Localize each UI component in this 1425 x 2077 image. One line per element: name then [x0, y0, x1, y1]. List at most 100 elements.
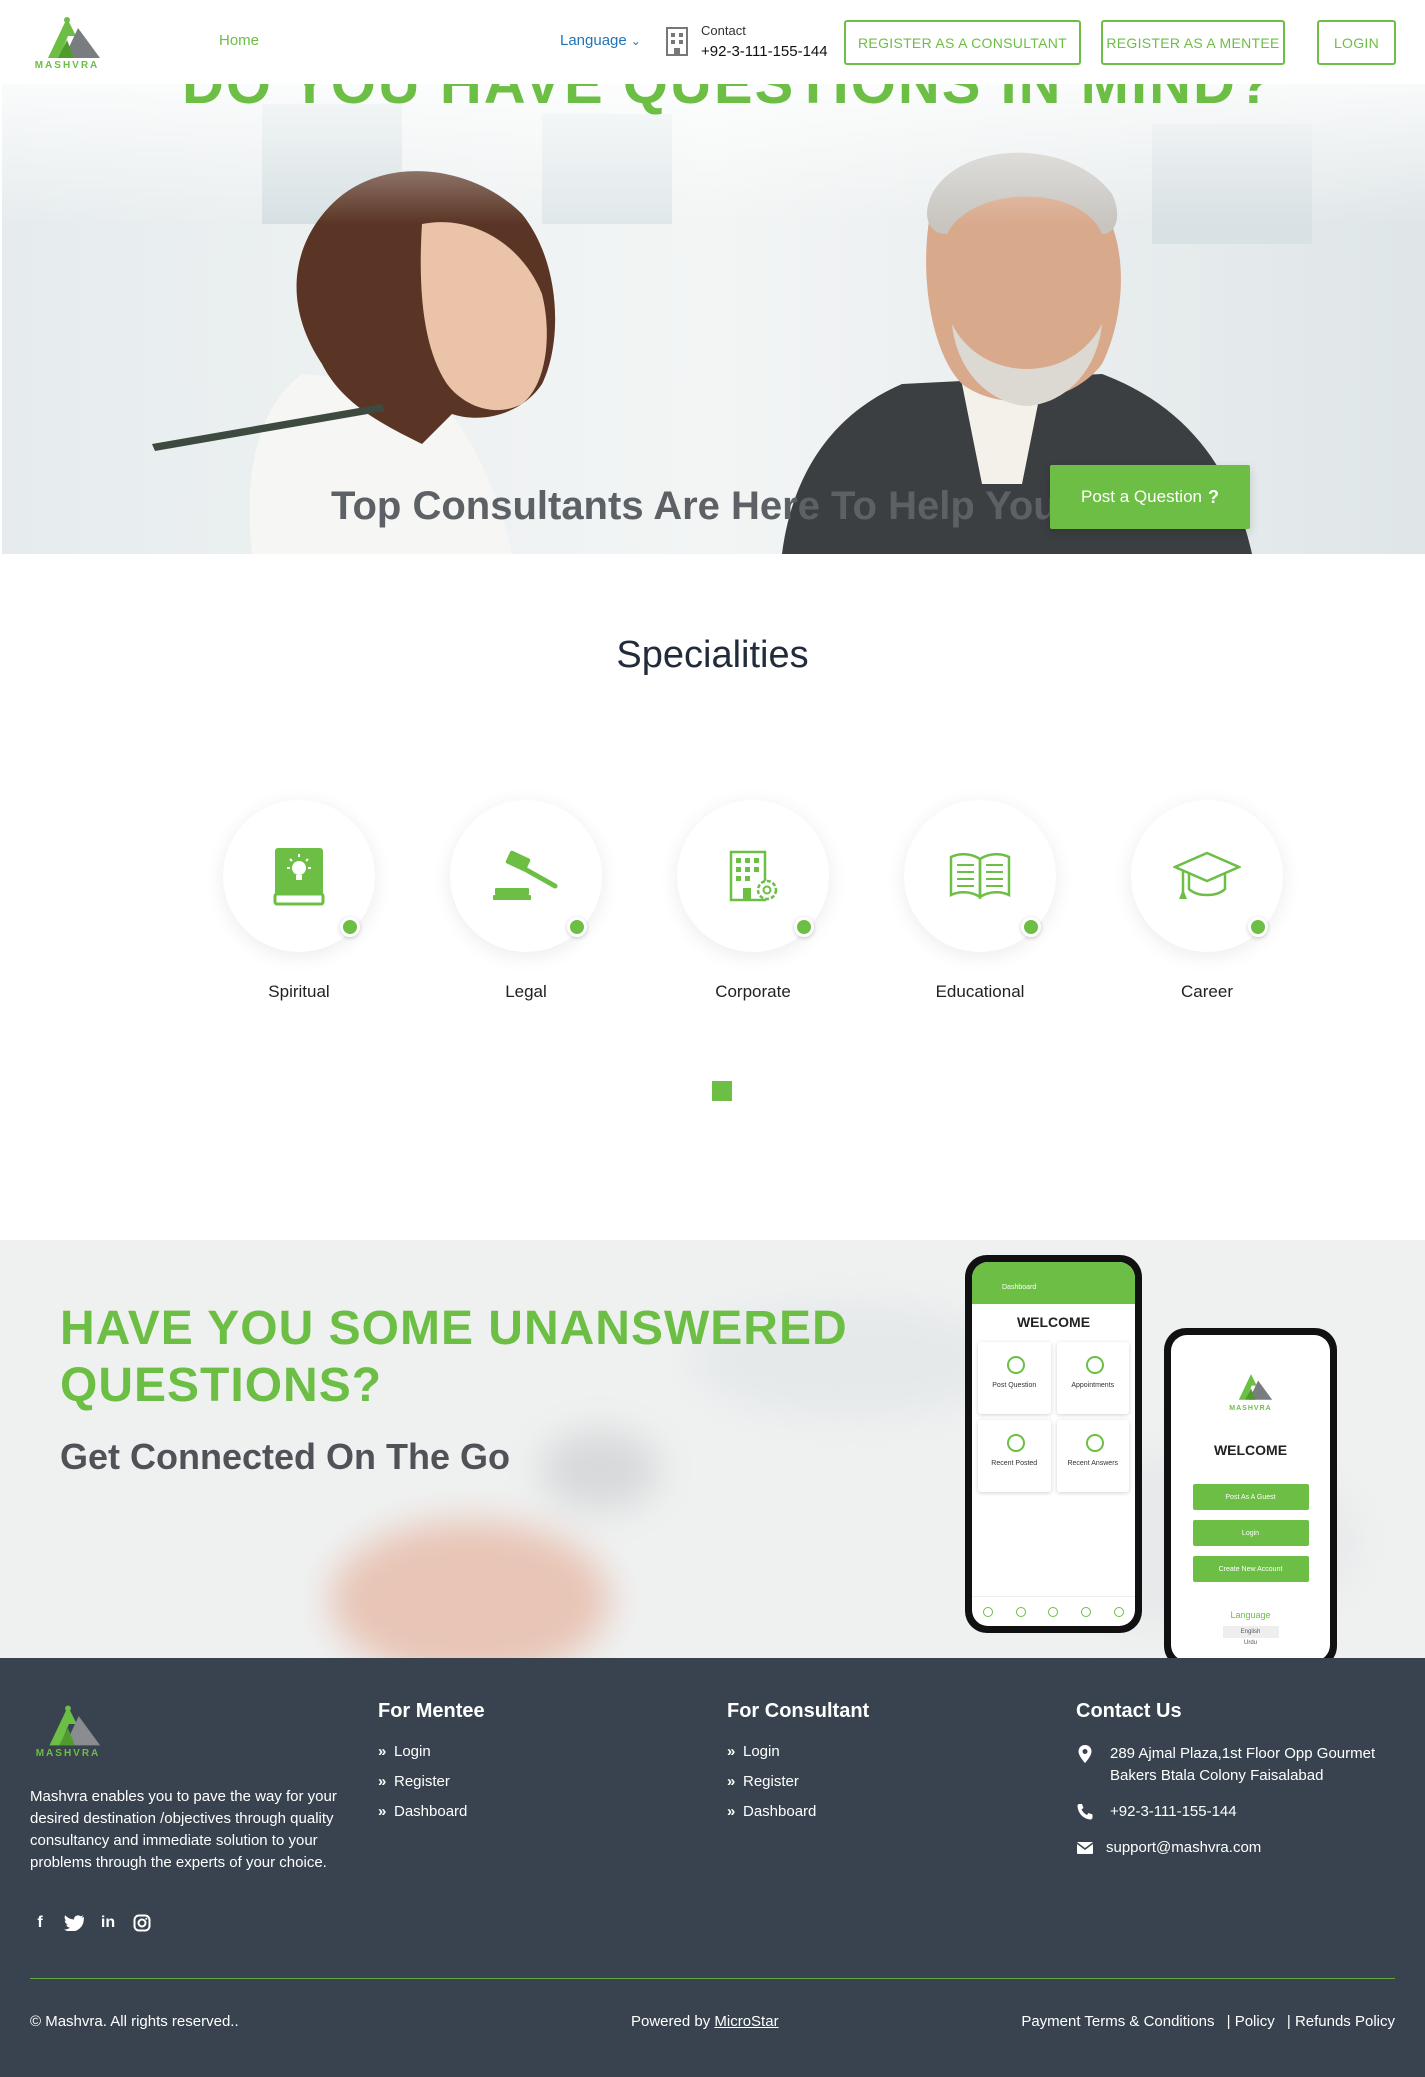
phone-card-grid: Post Question Appointments Recent Posted…	[972, 1330, 1135, 1504]
footer-contact-column: Contact Us 289 Ajmal Plaza,1st Floor Opp…	[1076, 1700, 1376, 1873]
language-label: Language	[560, 32, 627, 49]
footer-contact-title: Contact Us	[1076, 1700, 1182, 1722]
speciality-label: Legal	[505, 982, 547, 1001]
contact-phone[interactable]: +92-3-111-155-144	[701, 43, 828, 60]
phone-icon	[1077, 1804, 1093, 1820]
specialities-title: Specialities	[616, 634, 809, 676]
speciality-indicator-dot	[340, 917, 360, 937]
site-footer: MASHVRA Mashvra enables you to pave the …	[0, 1658, 1425, 2077]
facebook-icon[interactable]: f	[30, 1913, 50, 1933]
answers-icon	[1081, 1606, 1092, 1617]
double-chevron-icon: »	[727, 1803, 736, 1820]
payment-terms-link[interactable]: Payment Terms & Conditions	[1021, 2013, 1214, 2030]
post-question-label: Post a Question	[1081, 487, 1202, 506]
double-chevron-icon: »	[378, 1803, 387, 1820]
twitter-icon[interactable]	[64, 1913, 84, 1933]
double-chevron-icon: »	[727, 1743, 736, 1760]
phone-welcome-text: WELCOME	[1016, 1314, 1091, 1330]
speciality-indicator-dot	[794, 917, 814, 937]
footer-consultant-register-link[interactable]: » Register	[727, 1773, 869, 1790]
post-icon	[1015, 1606, 1026, 1617]
policy-link[interactable]: | Policy	[1227, 2013, 1275, 2030]
footer-logo-text: MASHVRA	[35, 1748, 101, 1759]
hero-headline: DO YOU HAVE QUESTIONS IN MIND?	[182, 84, 1274, 117]
footer-phone[interactable]: +92-3-111-155-144	[1076, 1801, 1376, 1823]
home-icon	[983, 1606, 994, 1617]
footer-consultant-column: For Consultant » Login » Register » Dashboa…	[727, 1700, 869, 1833]
phone-bottom-nav	[972, 1596, 1135, 1626]
footer-copyright: © Mashvra. All rights reserved..	[30, 2013, 239, 2030]
register-mentee-button[interactable]: REGISTER AS A MENTEE	[1101, 20, 1285, 65]
double-chevron-icon: »	[727, 1773, 736, 1790]
phone-mockup-dashboard: Dashboard WELCOME Post Question Appointm…	[965, 1255, 1142, 1633]
footer-consultant-login-link[interactable]: » Login	[727, 1743, 869, 1760]
app-banner-title-line1: HAVE YOU SOME UNANSWERED	[60, 1302, 848, 1355]
social-links: f in	[30, 1913, 152, 1933]
phone-guest-button: Post As A Guest	[1192, 1484, 1309, 1510]
carousel-pagination-dot[interactable]	[712, 1081, 732, 1101]
phone-dashboard-header: Dashboard	[972, 1262, 1135, 1304]
footer-address: 289 Ajmal Plaza,1st Floor Opp Gourmet Ba…	[1076, 1743, 1376, 1787]
phone-mockup-welcome: MASHVRA WELCOME Post As A Guest Login Cr…	[1164, 1328, 1337, 1658]
footer-consultant-dashboard-link[interactable]: » Dashboard	[727, 1803, 869, 1820]
language-dropdown[interactable]: Language ⌄	[560, 32, 641, 49]
powered-by-label: Powered by	[631, 2013, 711, 2030]
footer-consultant-title: For Consultant	[727, 1700, 870, 1722]
footer-mentee-title: For Mentee	[378, 1700, 485, 1722]
logo-mark-icon	[48, 17, 100, 58]
login-button[interactable]: LOGIN	[1317, 20, 1396, 65]
envelope-icon	[1076, 1842, 1094, 1854]
nav-home-link[interactable]: Home	[219, 32, 259, 49]
phone-welcome-text: WELCOME	[1213, 1442, 1288, 1458]
app-banner-subtitle: Get Connected On The Go	[60, 1436, 511, 1477]
phone-card: Recent Posted	[978, 1420, 1051, 1492]
logo-text: MASHVRA	[34, 60, 100, 71]
phone-language-label: Language	[1230, 1610, 1271, 1620]
footer-email[interactable]: support@mashvra.com	[1076, 1837, 1376, 1859]
hero-subheadline: Top Consultants Are Here To Help You	[331, 484, 1051, 528]
footer-mentee-dashboard-link[interactable]: » Dashboard	[378, 1803, 485, 1820]
refunds-policy-link[interactable]: | Refunds Policy	[1287, 2013, 1395, 2030]
instagram-icon[interactable]	[132, 1913, 152, 1933]
footer-mentee-register-link[interactable]: » Register	[378, 1773, 485, 1790]
footer-about-text: Mashvra enables you to pave the way for …	[30, 1788, 337, 1871]
app-banner-title: HAVE YOU SOME UNANSWERED QUESTIONS?	[60, 1300, 848, 1414]
speciality-indicator-dot	[1021, 917, 1041, 937]
double-chevron-icon: »	[378, 1773, 387, 1790]
phone-card: Recent Answers	[1057, 1420, 1130, 1492]
logo[interactable]: MASHVRA	[28, 10, 106, 76]
recent-icon	[1048, 1606, 1059, 1617]
footer-logo[interactable]: MASHVRA	[30, 1698, 106, 1762]
appointments-icon	[1113, 1606, 1124, 1617]
footer-policy-links: Payment Terms & Conditions | Policy | Re…	[1013, 2013, 1395, 2030]
footer-powered-by: Powered by MicroStar	[631, 2013, 779, 2030]
book-lightbulb-icon	[273, 848, 325, 906]
logo-mark-icon	[1238, 1374, 1272, 1400]
chevron-down-icon: ⌄	[630, 34, 641, 48]
map-pin-icon	[1078, 1745, 1092, 1763]
site-header: MASHVRA Home Language ⌄ Contact +92-3-111…	[0, 0, 1425, 84]
contact-label: Contact	[701, 23, 746, 38]
building-gear-icon	[729, 850, 778, 902]
footer-mentee-login-link[interactable]: » Login	[378, 1743, 485, 1760]
phone-login-button: Login	[1192, 1520, 1309, 1546]
register-consultant-button[interactable]: REGISTER AS A CONSULTANT	[844, 20, 1081, 65]
gavel-icon	[493, 850, 558, 900]
linkedin-icon[interactable]: in	[98, 1913, 118, 1933]
microstar-link[interactable]: MicroStar	[714, 2013, 778, 2030]
phone-create-account-button: Create New Account	[1192, 1556, 1309, 1582]
logo-mark-icon	[49, 1705, 101, 1746]
phone-screen: MASHVRA WELCOME Post As A Guest Login Cr…	[1171, 1335, 1330, 1658]
speciality-indicator-dot	[567, 917, 587, 937]
speciality-indicator-dot	[1248, 917, 1268, 937]
question-mark-icon: ?	[1207, 486, 1219, 507]
open-book-icon	[949, 853, 1011, 900]
app-promo-banner: HAVE YOU SOME UNANSWERED QUESTIONS? Get …	[0, 1240, 1425, 1658]
speciality-label: Educational	[935, 982, 1025, 1001]
speciality-label: Corporate	[715, 982, 791, 1001]
building-icon	[666, 27, 688, 56]
phone-screen: Dashboard WELCOME Post Question Appointm…	[972, 1262, 1135, 1626]
graduation-cap-icon	[1173, 851, 1241, 899]
phone-brand-text: MASHVRA	[1229, 1405, 1272, 1412]
post-question-button[interactable]: Post a Question ?	[1050, 465, 1250, 529]
